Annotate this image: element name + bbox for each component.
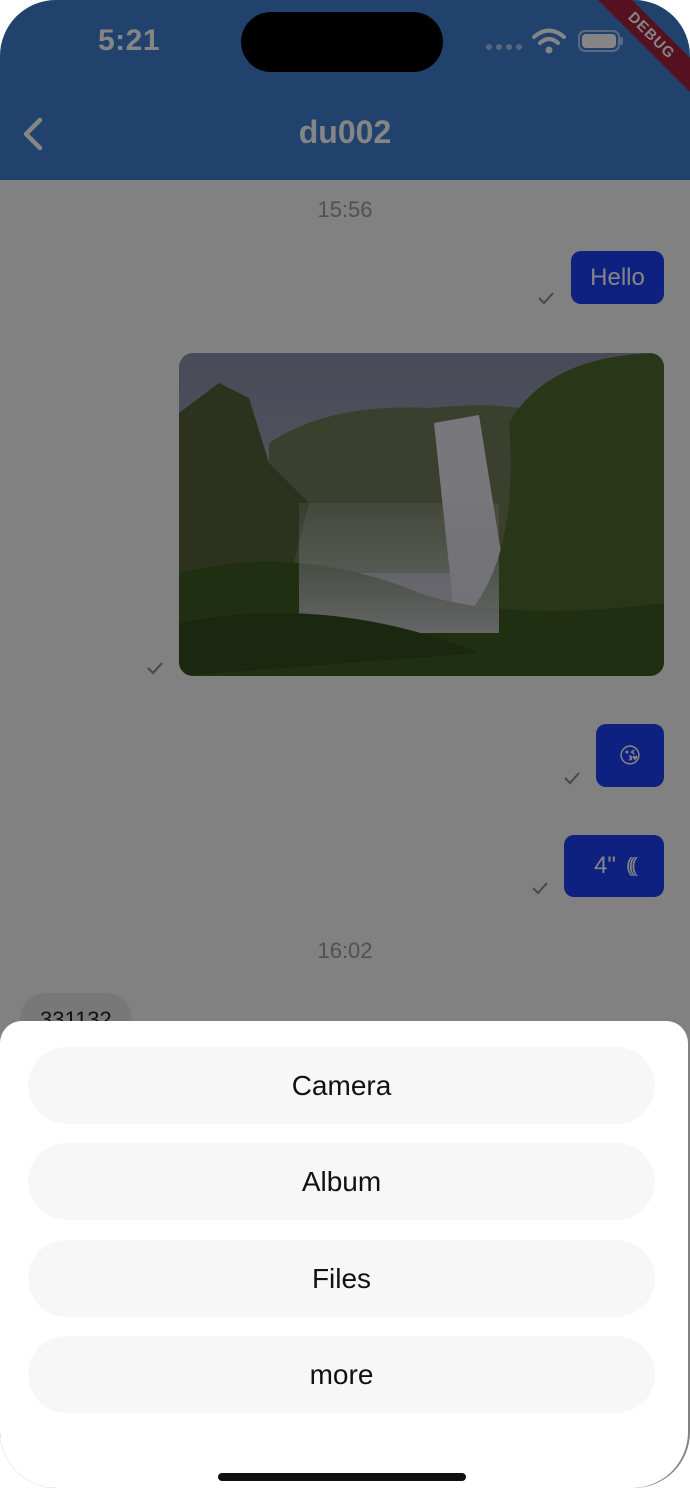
files-option-button[interactable]: Files (28, 1240, 655, 1317)
more-option-button[interactable]: more (28, 1336, 655, 1413)
album-option-button[interactable]: Album (28, 1143, 655, 1220)
phone-screen: 15:56 Hello 😘 4" (((16:02 331132 5:21 d… (0, 0, 690, 1488)
camera-option-button[interactable]: Camera (28, 1047, 655, 1124)
attachment-bottom-sheet: Camera Album Files more (0, 1021, 688, 1488)
home-indicator[interactable] (218, 1473, 466, 1481)
